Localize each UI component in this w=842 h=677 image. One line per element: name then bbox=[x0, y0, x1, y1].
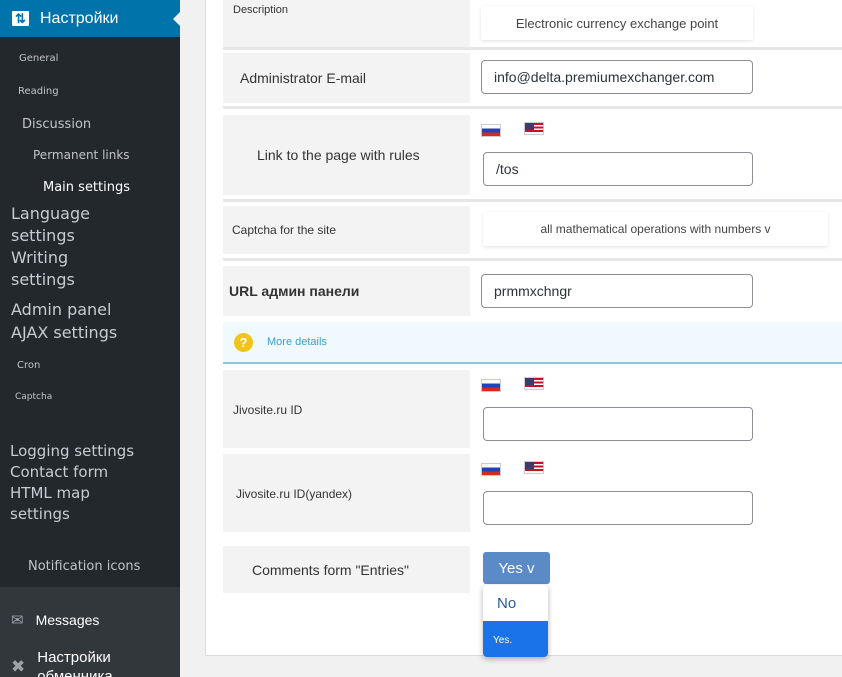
row-captcha: Captcha for the site all mathematical op… bbox=[223, 206, 842, 254]
row-rules-link: Link to the page with rules /tos bbox=[223, 115, 842, 195]
sidebar-item-messages[interactable]: ✉ Messages bbox=[11, 611, 99, 629]
row-admin-url: URL админ панели prmmxchngr bbox=[223, 266, 842, 316]
row-description: Description Electronic currency exchange… bbox=[223, 0, 842, 47]
admin-sidebar: ⇅ Настройки General Reading Discussion P… bbox=[0, 0, 180, 677]
jivosite-label: Jivosite.ru ID bbox=[233, 403, 303, 417]
flag-ru-icon[interactable] bbox=[481, 124, 501, 137]
sidebar-item-writing-settings[interactable]: Writing settings bbox=[11, 247, 101, 291]
flag-us-icon[interactable] bbox=[524, 377, 544, 390]
flag-us-icon[interactable] bbox=[524, 461, 544, 474]
sidebar-item-language-settings[interactable]: Language settings bbox=[11, 203, 131, 247]
comments-form-select[interactable]: Yes v bbox=[483, 552, 550, 584]
messages-label: Messages bbox=[35, 612, 100, 628]
sidebar-header-label: Настройки bbox=[40, 9, 119, 27]
sidebar-bottom-menu: ✉ Messages ✖ Настройки обменника bbox=[0, 587, 180, 677]
divider bbox=[223, 47, 842, 50]
admin-url-field[interactable]: prmmxchngr bbox=[481, 274, 753, 308]
description-label: Description bbox=[233, 4, 289, 16]
sidebar-item-main-settings[interactable]: Main settings bbox=[43, 180, 130, 195]
flag-ru-icon[interactable] bbox=[481, 463, 501, 476]
envelope-icon: ✉ bbox=[11, 612, 24, 629]
captcha-label: Captcha for the site bbox=[232, 223, 337, 237]
jivosite-yandex-field[interactable] bbox=[483, 491, 753, 525]
sidebar-item-general[interactable]: General bbox=[19, 53, 58, 64]
admin-email-field[interactable]: info@delta.premiumexchanger.com bbox=[481, 60, 753, 94]
sidebar-item-cron[interactable]: Cron bbox=[17, 360, 40, 371]
sidebar-header-settings[interactable]: ⇅ Настройки bbox=[0, 0, 180, 37]
sidebar-item-exchanger-settings[interactable]: ✖ Настройки обменника bbox=[11, 648, 127, 677]
description-field[interactable]: Electronic currency exchange point bbox=[481, 6, 753, 40]
option-no[interactable]: No bbox=[483, 585, 548, 621]
question-icon: ? bbox=[234, 333, 253, 352]
flag-ru-icon[interactable] bbox=[481, 379, 501, 392]
jivosite-field[interactable] bbox=[483, 407, 753, 441]
more-details-link[interactable]: More details bbox=[267, 336, 327, 348]
divider bbox=[223, 106, 842, 109]
divider bbox=[223, 199, 842, 202]
divider bbox=[223, 258, 842, 261]
rules-link-label: Link to the page with rules bbox=[257, 147, 420, 163]
comments-form-label: Comments form "Entries" bbox=[252, 562, 409, 578]
flag-us-icon[interactable] bbox=[524, 122, 544, 135]
rules-link-field[interactable]: /tos bbox=[483, 152, 753, 186]
row-jivosite: Jivosite.ru ID bbox=[223, 370, 842, 448]
captcha-select[interactable]: all mathematical operations with numbers… bbox=[483, 212, 828, 246]
sidebar-item-discussion[interactable]: Discussion bbox=[22, 117, 91, 132]
active-arrow bbox=[173, 11, 180, 27]
exchanger-settings-label: Настройки обменника bbox=[37, 649, 113, 677]
row-admin-email: Administrator E-mail info@delta.premiume… bbox=[223, 53, 842, 103]
sidebar-item-reading[interactable]: Reading bbox=[18, 86, 59, 97]
comments-form-dropdown: No Yes. bbox=[483, 585, 548, 657]
sliders-icon: ⇅ bbox=[12, 11, 29, 26]
admin-email-label: Administrator E-mail bbox=[240, 70, 367, 86]
jivosite-yandex-label: Jivosite.ru ID(yandex) bbox=[236, 487, 353, 501]
option-yes[interactable]: Yes. bbox=[483, 621, 548, 657]
info-row: ? More details bbox=[223, 322, 842, 364]
admin-url-label: URL админ панели bbox=[229, 283, 360, 299]
sidebar-item-permanent-links[interactable]: Permanent links bbox=[33, 148, 130, 162]
sidebar-item-logging-contact-html-map[interactable]: Logging settings Contact form HTML map s… bbox=[10, 441, 140, 525]
row-jivosite-yandex: Jivosite.ru ID(yandex) bbox=[223, 454, 842, 532]
sidebar-item-captcha[interactable]: Captcha bbox=[15, 392, 52, 402]
sidebar-item-admin-ajax-settings[interactable]: Admin panel AJAX settings bbox=[11, 298, 136, 344]
sidebar-item-notification-icons[interactable]: Notification icons bbox=[28, 559, 140, 574]
tools-icon: ✖ bbox=[11, 657, 26, 676]
